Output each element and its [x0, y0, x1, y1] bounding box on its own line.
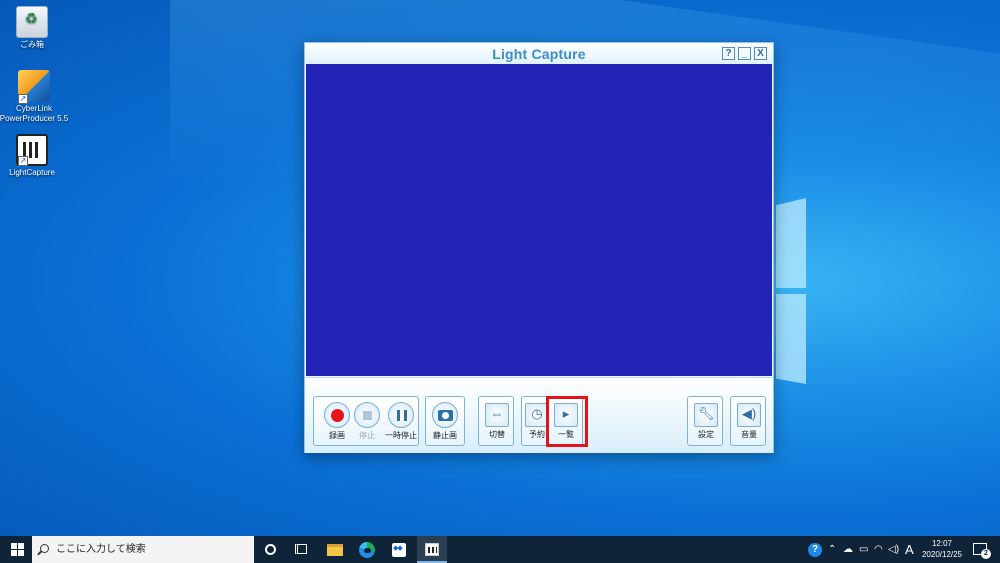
- dropbox-icon: [392, 543, 406, 557]
- desktop-icon-recycle-bin[interactable]: ごみ箱: [0, 6, 67, 50]
- powerproducer-icon: ↗: [18, 70, 50, 104]
- speaker-tray-icon[interactable]: ◁): [888, 536, 899, 563]
- volume-label: 音量: [741, 430, 757, 439]
- edge-icon: [359, 542, 375, 558]
- lightcapture-taskbar-icon: [425, 543, 439, 556]
- tray-help-icon[interactable]: ?: [808, 543, 822, 557]
- snapshot-label: 静止画: [433, 431, 457, 440]
- recycle-bin-icon: [16, 6, 48, 38]
- snapshot-button[interactable]: 静止画: [426, 397, 464, 447]
- switch-label: 切替: [489, 430, 505, 439]
- taskbar-search-input[interactable]: ここに入力して検索: [32, 536, 254, 563]
- clock-icon: ◷: [531, 406, 543, 421]
- pause-icon: [397, 410, 407, 421]
- desktop-icon-label: ごみ箱: [20, 40, 44, 49]
- speaker-icon: ◀): [741, 406, 757, 421]
- taskbar-clock[interactable]: 12:07 2020/12/25: [918, 538, 966, 560]
- settings-label: 設定: [698, 430, 714, 439]
- desktop-icon-label: LightCapture: [9, 168, 55, 177]
- desktop-icon-label: CyberLink PowerProducer 5.5: [0, 104, 69, 123]
- record-icon: [331, 409, 344, 422]
- battery-icon[interactable]: ▭: [859, 536, 868, 563]
- minimize-button[interactable]: _: [738, 47, 751, 60]
- settings-button[interactable]: 🔧︎ 設定: [687, 397, 725, 447]
- stop-label: 停止: [359, 431, 375, 440]
- close-button[interactable]: X: [754, 47, 767, 60]
- pause-label: 一時停止: [385, 431, 417, 440]
- tray-overflow-icon[interactable]: ⌃: [828, 536, 836, 563]
- lightcapture-icon: ↗: [16, 134, 48, 166]
- desktop-icon-powerproducer[interactable]: ↗ CyberLink PowerProducer 5.5: [0, 70, 69, 124]
- pause-button[interactable]: 一時停止: [382, 397, 420, 447]
- shortcut-arrow-icon: ↗: [18, 156, 28, 166]
- cortana-icon: [265, 544, 276, 555]
- recording-controls-group: 録画 停止 一時停止: [313, 396, 419, 446]
- cortana-button[interactable]: [256, 536, 286, 563]
- help-button[interactable]: ?: [722, 47, 735, 60]
- light-capture-window: Light Capture ? _ X 録画 停止 一時停止 静止画 ⇔ 切替 …: [304, 42, 774, 453]
- folder-icon: [327, 544, 343, 556]
- start-button[interactable]: [0, 536, 32, 563]
- wrench-icon: 🔧︎: [697, 406, 715, 421]
- stop-button[interactable]: 停止: [348, 397, 386, 447]
- control-panel: 録画 停止 一時停止 静止画 ⇔ 切替 ◷ 予約 ▸ 一覧 🔧︎ 設定 ◀) 音…: [305, 377, 773, 453]
- taskbar-file-explorer[interactable]: [320, 536, 350, 563]
- window-title: Light Capture: [492, 46, 586, 62]
- search-icon: [40, 544, 49, 553]
- taskbar-dropbox[interactable]: [384, 536, 414, 563]
- ime-indicator[interactable]: A: [905, 536, 914, 563]
- stop-icon: [363, 411, 372, 420]
- snapshot-group: 静止画: [425, 396, 465, 446]
- windows-icon: [11, 543, 17, 549]
- volume-button[interactable]: ◀) 音量: [730, 397, 768, 447]
- taskbar-edge[interactable]: [352, 536, 382, 563]
- volume-group: ◀) 音量: [730, 396, 766, 446]
- taskbar-lightcapture[interactable]: [417, 536, 447, 563]
- clock-date: 2020/12/25: [921, 550, 963, 559]
- task-view-button[interactable]: [286, 536, 316, 563]
- search-placeholder: ここに入力して検索: [56, 544, 146, 555]
- notification-count: 2: [981, 549, 991, 559]
- taskbar: ここに入力して検索 ? ⌃ ☁ ▭ ◠ ◁) A 12:07 2020/12/2…: [0, 536, 1000, 563]
- desktop-wallpaper-logo: [776, 198, 806, 388]
- onedrive-icon[interactable]: ☁: [843, 536, 853, 563]
- camera-icon: [438, 410, 453, 421]
- video-preview: [306, 64, 772, 376]
- settings-group: 🔧︎ 設定: [687, 396, 723, 446]
- switch-arrows-icon: ⇔: [490, 406, 504, 421]
- switch-button[interactable]: ⇔ 切替: [478, 397, 516, 447]
- task-view-icon: [295, 544, 307, 554]
- list-button-highlight: [546, 396, 588, 447]
- shortcut-arrow-icon: ↗: [18, 94, 28, 104]
- switch-group: ⇔ 切替: [478, 396, 514, 446]
- clock-time: 12:07: [931, 539, 953, 548]
- window-titlebar[interactable]: Light Capture ? _ X: [305, 43, 773, 64]
- wifi-icon[interactable]: ◠: [874, 536, 883, 563]
- notification-center-icon[interactable]: 2: [973, 543, 991, 559]
- desktop-icon-lightcapture[interactable]: ↗ LightCapture: [0, 134, 67, 178]
